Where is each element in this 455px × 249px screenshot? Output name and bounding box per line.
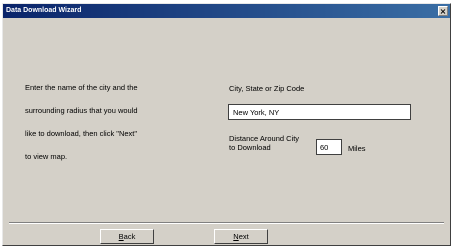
- instructions-line: surrounding radius that you would: [25, 106, 138, 115]
- window-title: Data Download Wizard: [6, 7, 82, 14]
- instructions-line: Enter the name of the city and the: [25, 83, 138, 92]
- close-icon: ×: [439, 7, 447, 16]
- button-divider: [9, 222, 444, 224]
- distance-label: Distance Around City to Download: [229, 134, 299, 152]
- instructions-line: to view map.: [25, 152, 68, 161]
- location-input[interactable]: [228, 104, 411, 120]
- title-bar: Data Download Wizard ×: [3, 4, 450, 18]
- next-label: ext: [238, 232, 249, 241]
- close-button[interactable]: ×: [438, 6, 448, 16]
- back-button[interactable]: Back: [100, 229, 154, 244]
- instructions-line: like to download, then click "Next": [25, 129, 138, 138]
- location-label: City, State or Zip Code: [229, 84, 305, 93]
- distance-input[interactable]: [316, 139, 342, 155]
- instructions-text: Enter the name of the city and the surro…: [25, 76, 205, 168]
- miles-unit-label: Miles: [348, 144, 366, 153]
- next-button[interactable]: Next: [214, 229, 268, 244]
- wizard-window: Data Download Wizard × Enter the name of…: [2, 3, 451, 246]
- distance-label-line: to Download: [229, 143, 271, 152]
- back-label: ack: [123, 232, 136, 241]
- distance-label-line: Distance Around City: [229, 134, 300, 143]
